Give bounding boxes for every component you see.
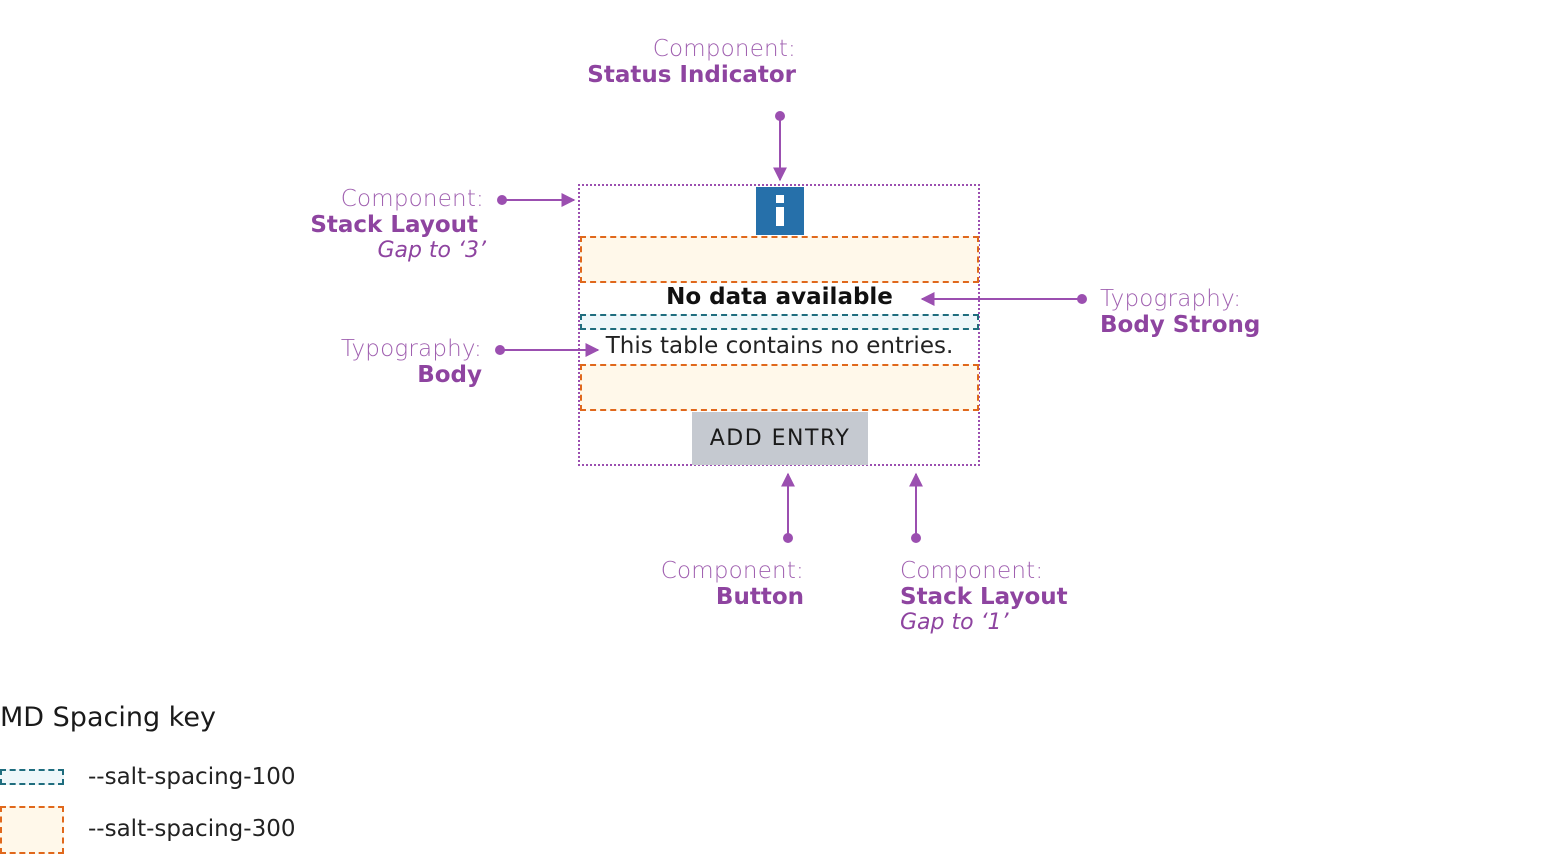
annotation-kind: Component: [340, 186, 484, 212]
annotation-button: Component: Button [600, 558, 804, 610]
spacing-100-label: --salt-spacing-100 [88, 764, 296, 790]
annotation-note: Gap to ‘3’ [377, 238, 486, 263]
connector-button [781, 472, 795, 543]
annotation-kind: Component: [900, 558, 1044, 584]
annotation-name: Button [715, 584, 804, 610]
spacing-100-gap [580, 314, 979, 330]
spacing-100-swatch [0, 769, 64, 785]
annotation-kind: Component: [652, 36, 796, 62]
annotation-name: Body [417, 362, 482, 388]
empty-state-heading: No data available [666, 284, 893, 310]
annotation-name: Stack Layout [310, 212, 478, 238]
spacing-key-title: MD Spacing key [0, 702, 216, 733]
info-icon [756, 187, 804, 235]
annotation-kind: Typography: [340, 336, 482, 362]
annotation-kind: Typography: [1100, 286, 1242, 312]
spacing-300-label: --salt-spacing-300 [88, 816, 296, 842]
annotation-body-strong: Typography: Body Strong [1100, 286, 1260, 338]
annotation-name: Status Indicator [587, 62, 796, 88]
annotation-note: Gap to ‘1’ [900, 610, 1009, 635]
spacing-300-gap [580, 364, 979, 411]
annotation-name: Stack Layout [900, 584, 1068, 610]
annotation-status-indicator: Component: Status Indicator [560, 36, 796, 88]
connector-status-indicator [773, 111, 787, 182]
annotation-name: Body Strong [1100, 312, 1261, 338]
annotation-kind: Component: [660, 558, 804, 584]
annotation-body: Typography: Body [280, 336, 482, 388]
spacing-300-gap [580, 236, 979, 283]
add-entry-button[interactable]: ADD ENTRY [692, 412, 868, 465]
spacing-300-swatch [0, 806, 64, 854]
connector-stack-layout-outer [497, 193, 576, 207]
annotation-stack-layout-inner: Component: Stack Layout Gap to ‘1’ [900, 558, 1068, 635]
annotation-stack-layout-outer: Component: Stack Layout Gap to ‘3’ [280, 186, 486, 263]
connector-stack-layout-inner [909, 472, 923, 543]
empty-state-body: This table contains no entries. [605, 333, 954, 359]
